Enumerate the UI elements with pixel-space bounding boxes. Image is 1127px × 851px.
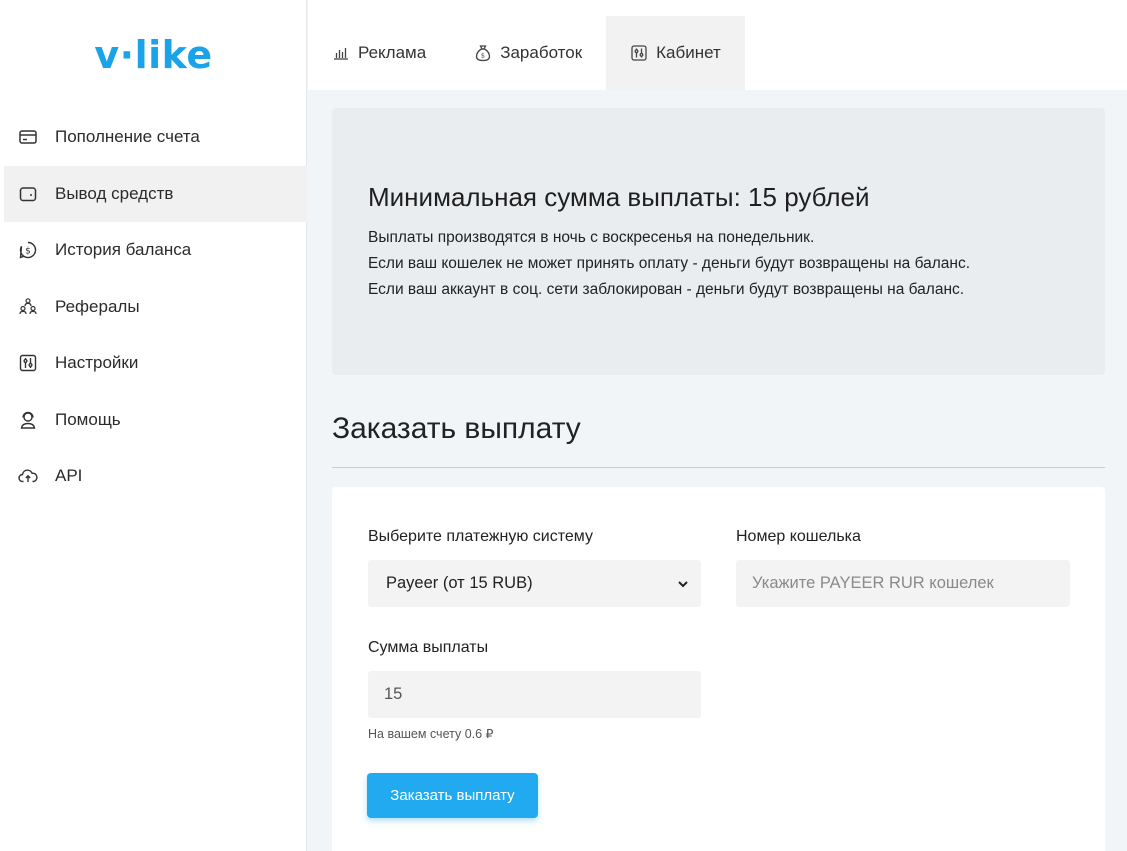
info-line: Если ваш аккаунт в соц. сети заблокирова…	[368, 281, 965, 298]
bar-chart-icon	[332, 44, 350, 62]
page-title: Заказать выплату	[332, 412, 581, 445]
wallet-input[interactable]	[736, 560, 1070, 607]
sidebar-item-deposit[interactable]: Пополнение счета	[0, 109, 307, 166]
tab-label: Заработок	[500, 43, 583, 62]
svg-text:$: $	[25, 247, 31, 257]
support-agent-icon	[18, 410, 38, 430]
payout-info-panel: Минимальная сумма выплаты: 15 рублей Вып…	[332, 108, 1105, 375]
svg-text:$: $	[481, 52, 485, 60]
tab-cabinet[interactable]: Кабинет	[606, 16, 745, 90]
sidebar-item-label: Пополнение счета	[55, 127, 200, 147]
sidebar-item-label: Рефералы	[55, 296, 140, 316]
site-logo[interactable]: v·like	[0, 30, 307, 80]
payment-system-label: Выберите платежную систему	[368, 528, 593, 545]
sidebar-item-label: Настройки	[55, 353, 139, 373]
money-bag-icon: $	[474, 44, 492, 62]
sidebar: v·like Пополнение счета Вывод средств $ …	[0, 0, 307, 851]
top-tabs: Реклама $ Заработок Кабинет	[308, 16, 745, 90]
tab-ads[interactable]: Реклама	[308, 16, 450, 90]
credit-card-icon	[18, 127, 38, 147]
amount-label: Сумма выплаты	[368, 639, 489, 656]
tab-label: Кабинет	[656, 43, 721, 62]
sidebar-item-api[interactable]: API	[0, 448, 307, 505]
tab-label: Реклама	[358, 43, 427, 62]
sidebar-item-withdraw[interactable]: Вывод средств	[4, 165, 307, 222]
balance-hint: На вашем счету 0.6 ₽	[368, 727, 494, 741]
sidebar-item-label: История баланса	[55, 240, 192, 260]
sidebar-item-help[interactable]: Помощь	[0, 392, 307, 449]
wallet-label: Номер кошелька	[736, 528, 861, 545]
payment-system-select[interactable]: Payeer (от 15 RUB)	[368, 560, 701, 607]
sidebar-item-label: API	[55, 466, 83, 486]
tab-earnings[interactable]: $ Заработок	[450, 16, 606, 90]
cloud-upload-icon	[18, 466, 38, 486]
chevron-down-icon	[677, 578, 689, 590]
sliders-icon	[630, 44, 648, 62]
min-payout-title: Минимальная сумма выплаты: 15 рублей	[368, 182, 870, 212]
amount-input[interactable]	[368, 671, 701, 718]
request-payout-button[interactable]: Заказать выплату	[367, 773, 538, 818]
sidebar-item-balance-history[interactable]: $ История баланса	[0, 222, 307, 279]
sliders-icon	[18, 353, 38, 373]
sidebar-nav: Пополнение счета Вывод средств $ История…	[0, 109, 307, 505]
sidebar-item-referrals[interactable]: Рефералы	[0, 279, 307, 336]
dollar-coin-icon: $	[18, 240, 38, 260]
sidebar-item-label: Вывод средств	[55, 183, 174, 203]
info-line: Выплаты производятся в ночь с воскресень…	[368, 229, 815, 246]
divider	[332, 467, 1105, 468]
wallet-icon	[18, 184, 38, 204]
payment-system-value: Payeer (от 15 RUB)	[386, 574, 533, 592]
payout-form: Выберите платежную систему Payeer (от 15…	[332, 487, 1105, 851]
info-line: Если ваш кошелек не может принять оплату…	[368, 255, 971, 272]
sidebar-item-settings[interactable]: Настройки	[0, 335, 307, 392]
people-group-icon	[18, 297, 38, 317]
sidebar-item-label: Помощь	[55, 409, 121, 429]
